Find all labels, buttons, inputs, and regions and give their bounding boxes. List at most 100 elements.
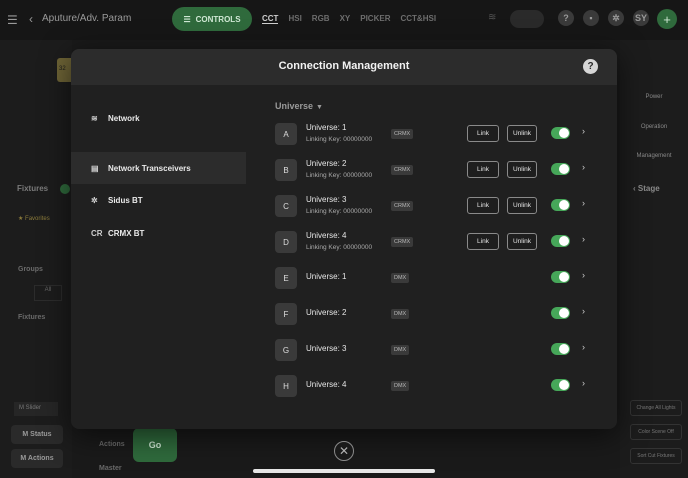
universe-letter-badge: A [275, 123, 297, 145]
enable-toggle[interactable] [551, 343, 570, 355]
chevron-right-icon[interactable]: › [582, 306, 585, 316]
chevron-right-icon[interactable]: › [582, 234, 585, 244]
nav-item-sidus-bt[interactable]: ✲ Sidus BT [71, 184, 246, 216]
m-status-button[interactable]: M Status [11, 425, 63, 444]
chevron-right-icon[interactable]: › [582, 198, 585, 208]
tab-rgb[interactable]: RGB [312, 14, 330, 24]
caret-down-icon: ▼ [316, 104, 323, 111]
protocol-badge: DMX [391, 309, 410, 319]
unlink-button[interactable]: Unlink [507, 233, 537, 250]
message-icon[interactable]: ▪ [583, 10, 599, 26]
tab-cct-hsi[interactable]: CCT&HSI [400, 14, 436, 24]
chevron-right-icon[interactable]: › [582, 342, 585, 352]
enable-toggle[interactable] [551, 199, 570, 211]
tab-hsi[interactable]: HSI [288, 14, 301, 24]
linking-key: Linking Key: 00000000 [306, 208, 373, 215]
crmx-icon: CR [91, 228, 103, 238]
controls-button[interactable]: ☰ CONTROLS [172, 7, 252, 31]
enable-toggle[interactable] [551, 307, 570, 319]
all-group-button[interactable]: All [34, 285, 62, 301]
color-scene-off-button[interactable]: Color Scene Off [630, 424, 682, 440]
universe-name: Universe: 2 [306, 159, 347, 168]
avatar[interactable]: SY [633, 10, 649, 26]
toggle-knob [559, 128, 569, 138]
unlink-button[interactable]: Unlink [507, 197, 537, 214]
universe-letter-badge: H [275, 375, 297, 397]
universe-row[interactable]: D Universe: 4 Linking Key: 00000000 CRMX Lin… [275, 231, 595, 259]
back-chevron-icon[interactable]: ‹ [29, 12, 33, 26]
link-button[interactable]: Link [467, 161, 499, 178]
toggle-knob [559, 236, 569, 246]
wifi-status-icon: ≋ [488, 12, 497, 23]
chevron-right-icon[interactable]: › [582, 126, 585, 136]
universe-name: Universe: 1 [306, 123, 347, 132]
home-indicator [253, 469, 435, 473]
link-button[interactable]: Link [467, 233, 499, 250]
universe-dropdown[interactable]: Universe ▼ [275, 101, 323, 111]
enable-toggle[interactable] [551, 127, 570, 139]
toggle-knob [559, 200, 569, 210]
protocol-badge: DMX [391, 381, 410, 391]
toggle-knob [559, 164, 569, 174]
management-label: Management [636, 153, 672, 159]
nav-item-network-transceivers[interactable]: ▤ Network Transceivers [71, 152, 246, 184]
favorites-label: ★ Favorites [18, 216, 50, 222]
universe-row[interactable]: G Universe: 3 DMX › [275, 339, 595, 367]
toggle-knob [559, 272, 569, 282]
universe-letter-badge: B [275, 159, 297, 181]
help-icon[interactable]: ? [558, 10, 574, 26]
unlink-button[interactable]: Unlink [507, 125, 537, 142]
universe-row[interactable]: F Universe: 2 DMX › [275, 303, 595, 331]
stage-heading: ‹ Stage [633, 184, 660, 193]
chevron-right-icon[interactable]: › [582, 378, 585, 388]
menu-icon[interactable]: ☰ [7, 13, 18, 27]
master-label: Master [99, 465, 122, 472]
m-slider-button[interactable]: M Slider [14, 402, 58, 416]
protocol-badge: CRMX [391, 201, 414, 211]
chevron-right-icon[interactable]: › [582, 270, 585, 280]
universe-row[interactable]: B Universe: 2 Linking Key: 00000000 CRMX Lin… [275, 159, 595, 187]
app-title: Aputure/Adv. Param [42, 13, 132, 24]
enable-toggle[interactable] [551, 379, 570, 391]
universe-row[interactable]: H Universe: 4 DMX › [275, 375, 595, 403]
unlink-button[interactable]: Unlink [507, 161, 537, 178]
protocol-badge: CRMX [391, 129, 414, 139]
nav-item-network[interactable]: ≋ Network [71, 102, 246, 134]
universe-row[interactable]: A Universe: 1 Linking Key: 00000000 CRMX Lin… [275, 123, 595, 151]
universe-letter-badge: F [275, 303, 297, 325]
nav-item-label: Network [108, 113, 140, 123]
connection-type-nav: ≋ Network ▤ Network Transceivers ✲ Sidus BT CR… [71, 85, 246, 429]
help-button[interactable]: ? [583, 59, 598, 74]
connection-status-pill[interactable] [510, 10, 544, 28]
enable-toggle[interactable] [551, 163, 570, 175]
settings-icon[interactable]: ✲ [608, 10, 624, 26]
linking-key: Linking Key: 00000000 [306, 136, 373, 143]
add-fixture-icon[interactable] [60, 184, 70, 194]
link-button[interactable]: Link [467, 125, 499, 142]
tab-picker[interactable]: PICKER [360, 14, 390, 24]
protocol-badge: DMX [391, 273, 410, 283]
stage-text: Stage [637, 184, 660, 193]
change-all-lights-button[interactable]: Change All Lights [630, 400, 682, 416]
m-actions-button[interactable]: M Actions [11, 449, 63, 468]
protocol-badge: DMX [391, 345, 410, 355]
universe-letter-badge: G [275, 339, 297, 361]
add-icon[interactable]: + [657, 9, 677, 29]
tab-cct[interactable]: CCT [262, 14, 279, 24]
transceiver-icon: ▤ [91, 163, 99, 173]
tab-xy[interactable]: XY [340, 14, 351, 24]
connection-management-dialog: Connection Management ? ≋ Network ▤ Network… [71, 49, 617, 429]
close-icon[interactable]: ✕ [334, 441, 354, 461]
go-button[interactable]: Go [133, 428, 177, 462]
app-root: ☰ ‹ Aputure/Adv. Param ☰ CONTROLS CCT HSI… [0, 0, 688, 478]
sort-cut-fixtures-button[interactable]: Sort Cut Fixtures [630, 448, 682, 464]
nav-item-crmx-bt[interactable]: CR CRMX BT [71, 217, 246, 249]
enable-toggle[interactable] [551, 271, 570, 283]
universe-row[interactable]: C Universe: 3 Linking Key: 00000000 CRMX Lin… [275, 195, 595, 223]
link-button[interactable]: Link [467, 197, 499, 214]
protocol-badge: CRMX [391, 165, 414, 175]
enable-toggle[interactable] [551, 235, 570, 247]
chevron-right-icon[interactable]: › [582, 162, 585, 172]
universe-name: Universe: 3 [306, 344, 347, 353]
universe-row[interactable]: E Universe: 1 DMX › [275, 267, 595, 295]
